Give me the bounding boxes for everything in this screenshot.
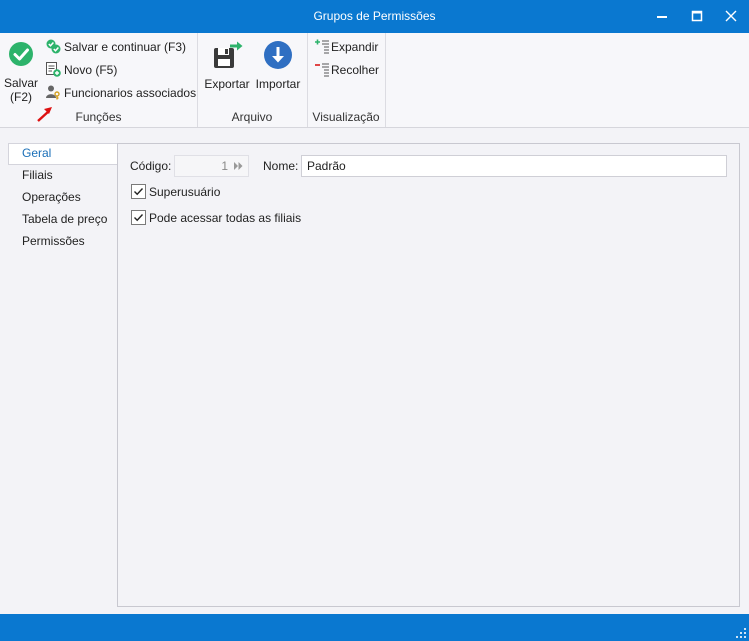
main-content: Geral Filiais Operações Tabela de preço …: [0, 128, 749, 614]
window-title: Grupos de Permissões: [313, 9, 436, 23]
ribbon-group-funcoes: Salvar (F2) Salvar e continuar (F3) Novo…: [0, 33, 198, 127]
close-icon: [725, 10, 737, 22]
expand-label: Expandir: [331, 40, 379, 54]
export-icon: [214, 41, 243, 68]
superuser-checkbox[interactable]: [131, 184, 146, 199]
save-button[interactable]: Salvar (F2): [3, 41, 39, 104]
close-button[interactable]: [714, 0, 748, 33]
associated-employees-button[interactable]: Funcionarios associados: [45, 83, 196, 103]
code-label: Código:: [130, 159, 172, 173]
superuser-label[interactable]: Superusuário: [149, 185, 220, 199]
ribbon-group-visualizacao: Expandir Recolher Visualização: [307, 33, 386, 127]
associated-employees-label: Funcionarios associados: [64, 86, 197, 100]
all-branches-label[interactable]: Pode acessar todas as filiais: [149, 211, 301, 225]
nav-item-operacoes[interactable]: Operações: [22, 187, 81, 207]
code-value: 1: [221, 159, 228, 173]
save-continue-label: Salvar e continuar (F3): [64, 40, 187, 54]
collapse-tree-icon: [315, 63, 329, 77]
export-label: Exportar: [204, 77, 250, 91]
user-key-icon: [46, 85, 60, 100]
check-circle-icon: [9, 42, 33, 66]
collapse-label: Recolher: [331, 63, 380, 77]
import-icon: [264, 41, 292, 69]
nav-item-permissoes[interactable]: Permissões: [22, 231, 85, 251]
nav-item-filiais[interactable]: Filiais: [22, 165, 53, 185]
group-label-funcoes: Funções: [75, 110, 122, 124]
all-branches-checkbox[interactable]: [131, 210, 146, 225]
new-button[interactable]: Novo (F5): [45, 60, 117, 80]
title-bar: Grupos de Permissões: [0, 0, 749, 33]
ribbon: Salvar (F2) Salvar e continuar (F3) Novo…: [0, 33, 749, 128]
save-shortcut: (F2): [10, 90, 32, 104]
next-arrow-icon: [234, 162, 243, 170]
import-label: Importar: [255, 77, 301, 91]
minimize-icon: [657, 16, 667, 18]
group-label-visualizacao: Visualização: [312, 110, 380, 124]
maximize-icon: [691, 10, 703, 22]
group-label-arquivo: Arquivo: [231, 110, 273, 124]
general-panel: Código: 1 Nome: Padrão Superusuário Pode…: [117, 143, 740, 607]
nav-item-geral[interactable]: Geral: [22, 143, 51, 163]
name-value: Padrão: [307, 159, 346, 173]
name-field[interactable]: Padrão: [301, 155, 727, 177]
save-continue-button[interactable]: Salvar e continuar (F3): [45, 37, 186, 57]
save-label: Salvar: [3, 76, 38, 90]
code-field: 1: [174, 155, 249, 177]
checkmark-icon: [134, 214, 144, 222]
new-document-icon: [46, 62, 61, 77]
collapse-button[interactable]: Recolher: [314, 60, 379, 80]
minimize-button[interactable]: [645, 0, 679, 33]
maximize-button[interactable]: [680, 0, 714, 33]
ribbon-group-arquivo: Exportar Importar Arquivo: [197, 33, 308, 127]
checkmark-icon: [134, 188, 144, 196]
expand-button[interactable]: Expandir: [314, 37, 378, 57]
save-continue-icon: [46, 39, 61, 54]
export-button[interactable]: Exportar: [203, 40, 251, 91]
import-button[interactable]: Importar: [253, 40, 303, 91]
new-label: Novo (F5): [64, 63, 118, 77]
name-label: Nome:: [263, 159, 299, 173]
nav-item-tabela-de-preco[interactable]: Tabela de preço: [22, 209, 107, 229]
status-bar: [0, 614, 749, 641]
expand-tree-icon: [315, 39, 329, 54]
resize-grip-icon[interactable]: [736, 628, 746, 638]
